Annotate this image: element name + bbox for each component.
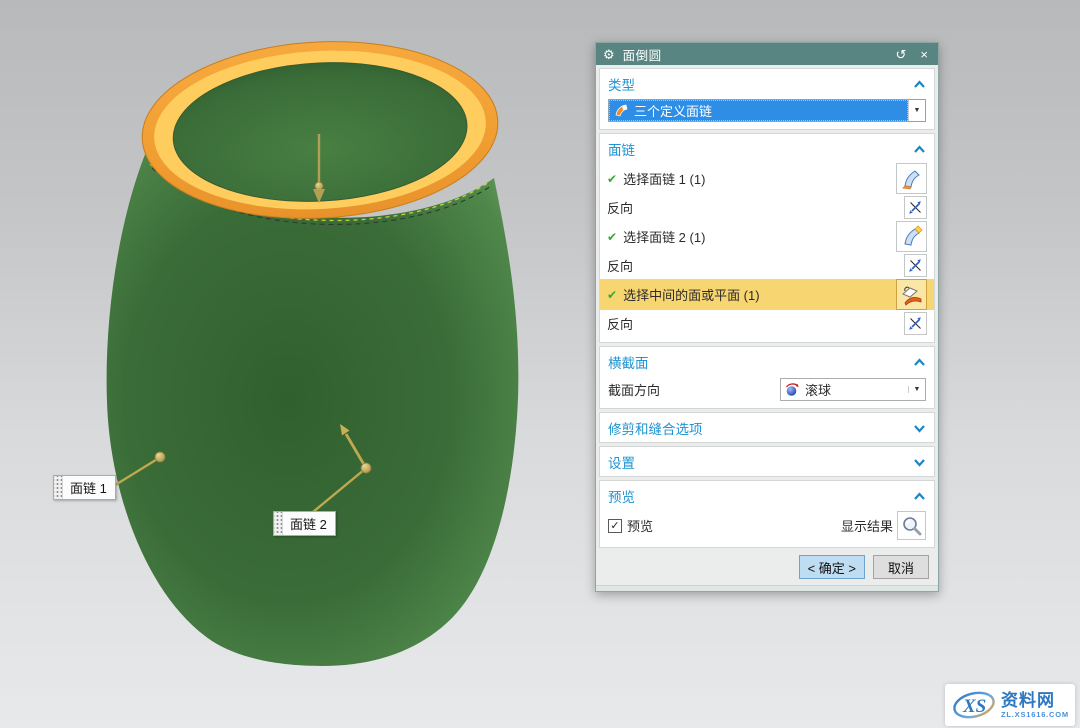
chevron-down-icon (913, 458, 926, 467)
direction-dropdown[interactable]: 滚球 ▼ (780, 378, 926, 401)
reverse2-button[interactable] (904, 254, 927, 277)
preview-checkbox-label: 预览 (627, 516, 841, 535)
type-dropdown[interactable]: 三个定义面链 ▼ (608, 99, 926, 122)
chevron-up-icon (913, 492, 926, 501)
dialog-resize-strip[interactable] (596, 585, 938, 591)
select-face-chain2-row[interactable]: ✔ 选择面链 2 (1) (607, 221, 927, 252)
check-icon: ✔ (607, 230, 617, 244)
reset-icon[interactable]: ↺ (893, 48, 910, 61)
section-direction-row: 截面方向 滚球 ▼ (608, 378, 926, 401)
ok-button[interactable]: < 确定 > (799, 555, 865, 579)
watermark-url: ZL.XS1616.COM (1001, 711, 1069, 719)
magnifier-icon (901, 515, 923, 537)
reverse-direction-icon (908, 258, 923, 273)
section-type-title: 类型 (608, 74, 635, 94)
reverse-direction-icon (908, 316, 923, 331)
type-dropdown-value[interactable]: 三个定义面链 (609, 100, 908, 121)
section-cross-section-title: 横截面 (608, 352, 649, 372)
face-chain2-button[interactable] (896, 221, 927, 252)
section-face-chain-header[interactable]: 面链 (607, 136, 927, 161)
dialog-titlebar[interactable]: ⚙ 面倒圆 ↺ × (596, 43, 938, 65)
preview-row: ✓ 预览 显示结果 (608, 511, 926, 540)
reverse2-row: 反向 (607, 254, 927, 277)
section-cross-section: 横截面 截面方向 滚球 ▼ (599, 346, 935, 409)
reverse-direction-icon (908, 200, 923, 215)
middle-face-button[interactable] (896, 279, 927, 310)
reverse3-label: 反向 (607, 314, 904, 333)
label-grip[interactable] (54, 476, 63, 499)
chevron-up-icon (913, 145, 926, 154)
chain2-label-text: 面链 2 (283, 512, 335, 535)
chain1-label[interactable]: 面链 1 (53, 475, 116, 500)
chain1-label-text: 面链 1 (63, 476, 115, 499)
select-face-chain2-label: 选择面链 2 (1) (623, 227, 705, 246)
reverse2-label: 反向 (607, 256, 904, 275)
chevron-up-icon (913, 358, 926, 367)
reverse1-button[interactable] (904, 196, 927, 219)
face-chain2-icon (900, 225, 924, 249)
watermark-name: 资料网 (1001, 692, 1069, 709)
face-chain1-button[interactable] (896, 163, 927, 194)
section-trim: 修剪和缝合选项 (599, 412, 935, 443)
select-middle-face-label: 选择中间的面或平面 (1) (623, 285, 760, 304)
section-cross-section-header[interactable]: 横截面 (607, 349, 927, 374)
section-settings-title: 设置 (608, 452, 635, 472)
section-settings: 设置 (599, 446, 935, 477)
section-preview: 预览 ✓ 预览 显示结果 (599, 480, 935, 548)
show-result-button[interactable] (897, 511, 926, 540)
reverse3-button[interactable] (904, 312, 927, 335)
cancel-button[interactable]: 取消 (873, 555, 929, 579)
chain2-label[interactable]: 面链 2 (273, 511, 336, 536)
type-value-text: 三个定义面链 (634, 101, 712, 120)
reverse3-row: 反向 (607, 312, 927, 335)
direction-value-text: 滚球 (805, 380, 831, 399)
section-settings-header[interactable]: 设置 (607, 449, 927, 474)
check-icon: ✔ (607, 172, 617, 186)
close-icon[interactable]: × (917, 48, 931, 61)
middle-face-icon (900, 283, 924, 307)
chevron-up-icon (913, 80, 926, 89)
face-chain1-icon (900, 167, 924, 191)
select-face-chain1-label: 选择面链 1 (1) (623, 169, 705, 188)
dialog-footer: < 确定 > 取消 (596, 548, 938, 585)
section-trim-title: 修剪和缝合选项 (608, 418, 703, 438)
check-icon: ✔ (607, 288, 617, 302)
face-blend-dialog: ⚙ 面倒圆 ↺ × 类型 三个定义面链 ▼ 面链 (595, 42, 939, 592)
section-type-header[interactable]: 类型 (607, 71, 927, 96)
rolling-ball-icon (785, 382, 800, 397)
reverse1-label: 反向 (607, 198, 904, 217)
chevron-down-icon (913, 424, 926, 433)
section-preview-header[interactable]: 预览 (607, 483, 927, 508)
section-face-chain: 面链 ✔ 选择面链 1 (1) 反向 (599, 133, 935, 343)
select-face-chain1-row[interactable]: ✔ 选择面链 1 (1) (607, 163, 927, 194)
section-face-chain-title: 面链 (608, 139, 635, 159)
svg-text:XS: XS (962, 696, 986, 717)
section-type: 类型 三个定义面链 ▼ (599, 68, 935, 130)
section-preview-title: 预览 (608, 486, 635, 506)
watermark-badge: XS 资料网 ZL.XS1616.COM (945, 684, 1075, 726)
vase-body[interactable] (107, 152, 519, 666)
gear-icon: ⚙ (603, 48, 615, 61)
xs-logo-icon: XS (951, 688, 997, 722)
direction-label: 截面方向 (608, 380, 780, 399)
preview-checkbox[interactable]: ✓ (608, 519, 622, 533)
type-dropdown-caret[interactable]: ▼ (908, 100, 925, 121)
three-face-chain-icon (614, 103, 629, 118)
show-result-label: 显示结果 (841, 516, 893, 535)
reverse1-row: 反向 (607, 196, 927, 219)
direction-dropdown-caret[interactable]: ▼ (908, 386, 925, 393)
section-trim-header[interactable]: 修剪和缝合选项 (607, 415, 927, 440)
select-middle-face-row[interactable]: ✔ 选择中间的面或平面 (1) (600, 279, 934, 310)
label-grip[interactable] (274, 512, 283, 535)
dialog-title: 面倒圆 (623, 45, 885, 64)
